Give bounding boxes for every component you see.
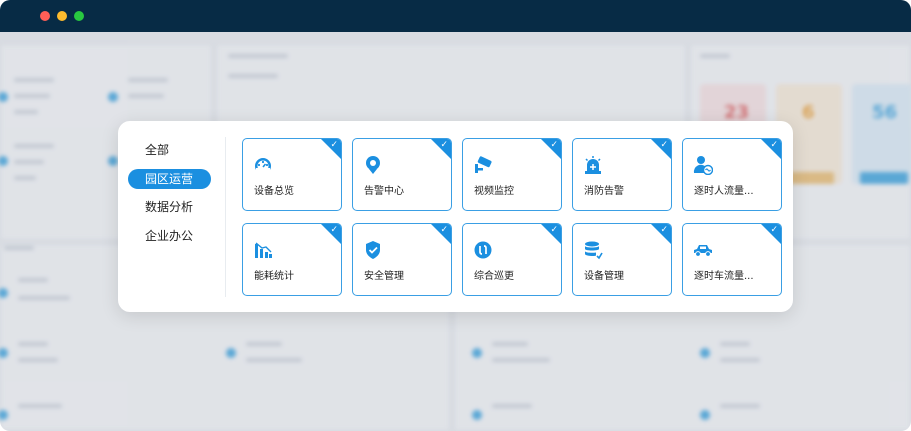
check-icon: ✓: [770, 140, 778, 150]
tile-device-overview[interactable]: ✓ 设备总览: [242, 138, 342, 211]
patrol-icon: [474, 241, 492, 259]
tile-safety-management[interactable]: ✓ 安全管理: [352, 223, 452, 296]
camera-icon: [475, 156, 492, 173]
tile-label: 设备管理: [584, 271, 624, 282]
category-menu: 全部 园区运营 数据分析 企业办公: [118, 121, 226, 312]
maximize-window-button[interactable]: [74, 11, 84, 21]
tile-label: 能耗统计: [254, 271, 294, 282]
tile-label: 综合巡更: [474, 271, 514, 282]
car-icon: [694, 245, 712, 257]
tile-label: 告警中心: [364, 186, 404, 197]
tile-video-monitoring[interactable]: ✓ 视频监控: [462, 138, 562, 211]
check-icon: ✓: [550, 140, 558, 150]
menu-item-data-analysis[interactable]: 数据分析: [128, 197, 211, 217]
check-icon: ✓: [660, 225, 668, 235]
check-icon: ✓: [660, 140, 668, 150]
person-flow-icon: [693, 156, 713, 175]
gauge-icon: [255, 158, 271, 175]
tile-integrated-patrol[interactable]: ✓ 综合巡更: [462, 223, 562, 296]
alarm-location-icon: [366, 156, 380, 174]
app-picker-popup: 全部 园区运营 数据分析 企业办公 ✓ 设备总览 ✓ 告警中心 ✓ 视频监控 ✓…: [118, 121, 793, 312]
tile-energy-statistics[interactable]: ✓ 能耗统计: [242, 223, 342, 296]
menu-item-park-operations[interactable]: 园区运营: [128, 169, 211, 189]
menu-item-all[interactable]: 全部: [128, 140, 211, 160]
tile-hourly-vehicle-flow[interactable]: ✓ 逐时车流量...: [682, 223, 782, 296]
tile-label: 逐时车流量...: [694, 271, 754, 282]
check-icon: ✓: [440, 140, 448, 150]
close-window-button[interactable]: [40, 11, 50, 21]
database-icon: [585, 241, 603, 260]
tile-device-management[interactable]: ✓ 设备管理: [572, 223, 672, 296]
check-icon: ✓: [330, 225, 338, 235]
shield-icon: [366, 241, 380, 259]
tile-label: 设备总览: [254, 186, 294, 197]
check-icon: ✓: [770, 225, 778, 235]
title-bar: [0, 0, 911, 32]
minimize-window-button[interactable]: [57, 11, 67, 21]
tile-label: 消防告警: [584, 186, 624, 197]
tile-alarm-center[interactable]: ✓ 告警中心: [352, 138, 452, 211]
energy-chart-icon: [255, 242, 272, 258]
tile-label: 视频监控: [474, 186, 514, 197]
fire-alarm-icon: [585, 156, 601, 174]
app-window: 23 6 56 全部 园区运营 数据分析 企业办公 ✓ 设备总览 ✓ 告警中心 …: [0, 0, 911, 431]
tile-fire-alarm[interactable]: ✓ 消防告警: [572, 138, 672, 211]
check-icon: ✓: [550, 225, 558, 235]
tile-hourly-people-flow[interactable]: ✓ 逐时人流量...: [682, 138, 782, 211]
tile-label: 安全管理: [364, 271, 404, 282]
menu-item-enterprise-office[interactable]: 企业办公: [128, 226, 211, 246]
menu-divider: [225, 137, 226, 297]
tile-label: 逐时人流量...: [694, 186, 754, 197]
check-icon: ✓: [440, 225, 448, 235]
check-icon: ✓: [330, 140, 338, 150]
